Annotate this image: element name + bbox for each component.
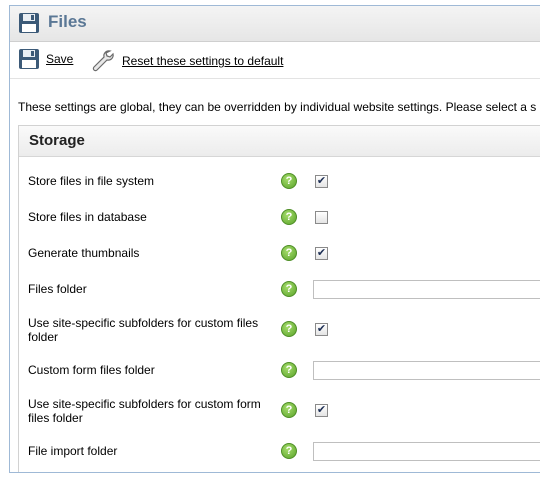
help-icon[interactable]: ? — [281, 281, 297, 297]
help-icon[interactable]: ? — [281, 362, 297, 378]
save-label: Save — [46, 52, 74, 66]
help-icon[interactable]: ? — [281, 245, 297, 261]
site-specific-subfolders-files-checkbox[interactable]: ✔ — [315, 323, 328, 336]
storage-panel: Storage Store files in file system ? ✔ S… — [18, 125, 540, 472]
setting-label: Generate thumbnails — [28, 246, 140, 260]
setting-label: File import folder — [28, 444, 118, 458]
toolbar: Save Reset these settings to default — [10, 42, 540, 79]
reset-label: Reset these settings to default — [122, 54, 284, 68]
reset-defaults-button[interactable]: Reset these settings to default — [90, 48, 283, 74]
files-folder-input[interactable] — [313, 280, 540, 299]
floppy-disk-icon — [19, 49, 39, 69]
help-icon[interactable]: ? — [281, 321, 297, 337]
store-files-in-database-checkbox[interactable] — [315, 211, 328, 224]
panel-header: Storage — [19, 126, 540, 157]
store-files-in-file-system-checkbox[interactable]: ✔ — [315, 175, 328, 188]
file-import-folder-input[interactable] — [313, 442, 540, 461]
setting-label: Store files in database — [28, 210, 147, 224]
files-settings-window: Files Save Reset these settings to defau… — [9, 5, 540, 473]
generate-thumbnails-checkbox[interactable]: ✔ — [315, 247, 328, 260]
help-icon[interactable]: ? — [281, 402, 297, 418]
floppy-disk-icon — [19, 13, 39, 33]
custom-form-files-folder-input[interactable] — [313, 361, 540, 380]
title-bar: Files — [10, 6, 540, 42]
help-icon[interactable]: ? — [281, 173, 297, 189]
setting-label: Store files in file system — [28, 174, 155, 188]
setting-label: Files folder — [28, 282, 87, 296]
site-specific-subfolders-form-files-checkbox[interactable]: ✔ — [315, 404, 328, 417]
save-button[interactable]: Save — [18, 48, 73, 70]
help-icon[interactable]: ? — [281, 443, 297, 459]
info-text: These settings are global, they can be o… — [18, 100, 537, 114]
setting-label: Custom form files folder — [28, 363, 155, 377]
wrench-icon — [92, 50, 114, 72]
help-icon[interactable]: ? — [281, 209, 297, 225]
setting-label: Use site-specific subfolders for custom … — [28, 316, 259, 344]
setting-label: Use site-specific subfolders for custom … — [28, 397, 261, 425]
page-title: Files — [48, 12, 87, 31]
panel-title: Storage — [29, 132, 85, 149]
